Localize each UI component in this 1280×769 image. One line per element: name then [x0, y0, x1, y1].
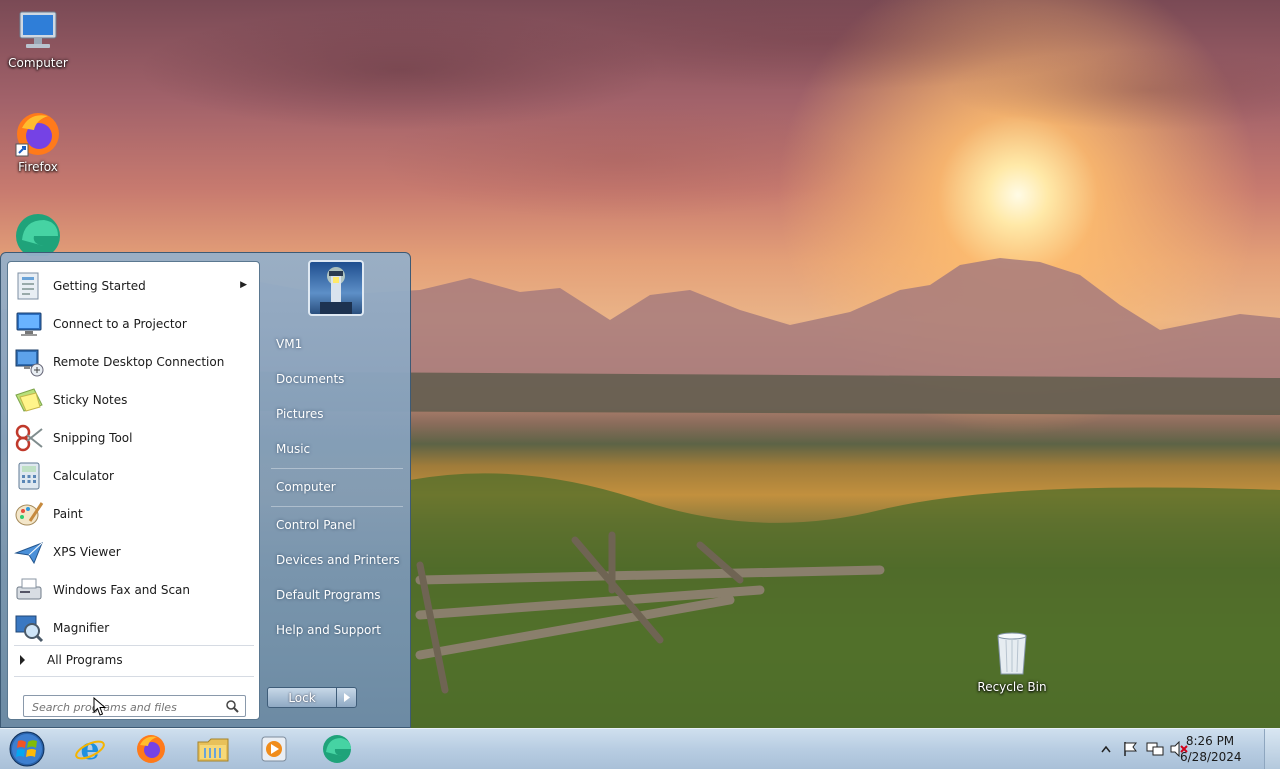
program-snipping-tool[interactable]: Snipping Tool	[12, 420, 257, 456]
program-remote-desktop-connection[interactable]: Remote Desktop Connection	[12, 344, 257, 380]
program-label: Paint	[53, 507, 83, 521]
program-xps-viewer[interactable]: XPS Viewer	[12, 534, 257, 570]
sticky-notes-icon	[15, 388, 43, 412]
search-divider	[14, 676, 254, 677]
start-button[interactable]	[6, 730, 48, 768]
projector-icon	[16, 312, 42, 336]
program-calculator[interactable]: Calculator	[12, 458, 257, 494]
program-label: XPS Viewer	[53, 545, 121, 559]
firefox-icon	[15, 113, 59, 157]
all-programs-button[interactable]: All Programs	[18, 649, 254, 671]
calculator-icon	[18, 462, 40, 490]
edge-icon	[16, 214, 60, 256]
media-player-icon	[261, 736, 287, 762]
clock-date: 6/28/2024	[1180, 750, 1242, 764]
start-right-item-computer[interactable]: Computer	[276, 480, 336, 494]
remote-desktop-icon	[15, 349, 44, 377]
action-center-flag-icon[interactable]	[1122, 741, 1138, 757]
taskbar-internet-explorer[interactable]: e	[65, 732, 115, 766]
start-search-box[interactable]	[23, 695, 246, 717]
program-label: Sticky Notes	[53, 393, 128, 407]
computer-icon	[19, 11, 57, 48]
edge-icon	[323, 735, 351, 763]
program-label: Getting Started	[53, 279, 146, 293]
desktop-icon-label: Recycle Bin	[977, 680, 1047, 694]
wallpaper-clouds	[0, 0, 1280, 260]
lock-label: Lock	[288, 690, 316, 705]
magnifier-icon	[15, 615, 44, 643]
program-label: Windows Fax and Scan	[53, 583, 191, 597]
program-label: Connect to a Projector	[53, 317, 187, 331]
program-sticky-notes[interactable]: Sticky Notes	[12, 382, 257, 418]
program-label: Calculator	[53, 469, 114, 483]
firefox-icon	[137, 735, 165, 763]
taskbar-edge[interactable]	[312, 732, 362, 766]
start-right-item-music[interactable]: Music	[276, 442, 310, 456]
program-getting-started[interactable]: Getting Started ▶	[12, 268, 257, 304]
recycle-bin-icon	[997, 632, 1027, 675]
start-right-item-devices-and-printers[interactable]: Devices and Printers	[276, 553, 400, 567]
taskbar-media-player[interactable]	[249, 732, 299, 766]
program-connect-to-a-projector[interactable]: Connect to a Projector	[12, 306, 257, 342]
desktop-icon-computer[interactable]: Computer	[0, 8, 76, 70]
start-menu: Getting Started ▶ Connect to a Projector…	[0, 252, 411, 728]
taskbar-firefox[interactable]	[126, 732, 176, 766]
desktop-icon-label: Computer	[8, 56, 68, 70]
programs-divider	[14, 645, 254, 646]
program-magnifier[interactable]: Magnifier	[12, 610, 257, 646]
desktop-icon-recycle-bin[interactable]: Recycle Bin	[974, 630, 1050, 694]
clock-time: 8:26 PM	[1185, 734, 1235, 748]
lock-button[interactable]: Lock	[267, 687, 337, 708]
start-right-item-pictures[interactable]: Pictures	[276, 407, 324, 421]
paint-icon	[15, 502, 44, 526]
fax-scan-icon	[16, 578, 42, 600]
show-hidden-icons-icon[interactable]	[1101, 745, 1111, 753]
search-input[interactable]	[30, 698, 224, 716]
desktop-icon-label: Firefox	[18, 160, 58, 174]
svg-text:e: e	[80, 733, 99, 765]
start-menu-programs-pane: Getting Started ▶ Connect to a Projector…	[7, 261, 260, 720]
shutdown-options-button[interactable]	[336, 687, 357, 708]
system-clock[interactable]: 8:26 PM 6/28/2024	[1180, 733, 1242, 765]
lighthouse-icon	[320, 267, 352, 314]
start-right-item-default-programs[interactable]: Default Programs	[276, 588, 381, 602]
start-right-item-documents[interactable]: Documents	[276, 372, 344, 386]
program-label: Magnifier	[53, 621, 110, 635]
taskbar-file-explorer[interactable]	[188, 732, 238, 766]
getting-started-icon	[17, 272, 39, 300]
start-right-item-control-panel[interactable]: Control Panel	[276, 518, 356, 532]
expand-arrow-icon	[20, 655, 25, 665]
chevron-right-icon	[343, 693, 350, 702]
program-label: Remote Desktop Connection	[53, 355, 225, 369]
snipping-tool-icon	[15, 424, 43, 452]
program-paint[interactable]: Paint	[12, 496, 257, 532]
all-programs-label: All Programs	[47, 653, 123, 667]
right-pane-separator	[271, 468, 403, 469]
program-label: Snipping Tool	[53, 431, 133, 445]
mouse-cursor-icon	[93, 697, 107, 716]
submenu-arrow-icon: ▶	[240, 280, 247, 290]
file-explorer-icon	[197, 738, 229, 762]
desktop-icon-firefox[interactable]: Firefox	[0, 110, 76, 174]
start-right-item-vm1[interactable]: VM1	[276, 337, 302, 351]
user-account-picture[interactable]	[308, 260, 364, 316]
internet-explorer-icon: e	[75, 733, 105, 765]
search-icon[interactable]	[226, 700, 239, 713]
start-right-item-help-and-support[interactable]: Help and Support	[276, 623, 381, 637]
xps-viewer-icon	[14, 542, 43, 565]
right-pane-separator	[271, 506, 403, 507]
show-desktop-button[interactable]	[1264, 729, 1280, 769]
program-windows-fax-and-scan[interactable]: Windows Fax and Scan	[12, 572, 257, 608]
taskbar: e 8:26 PM 6/28/2024	[0, 728, 1280, 769]
network-icon[interactable]	[1146, 741, 1164, 757]
